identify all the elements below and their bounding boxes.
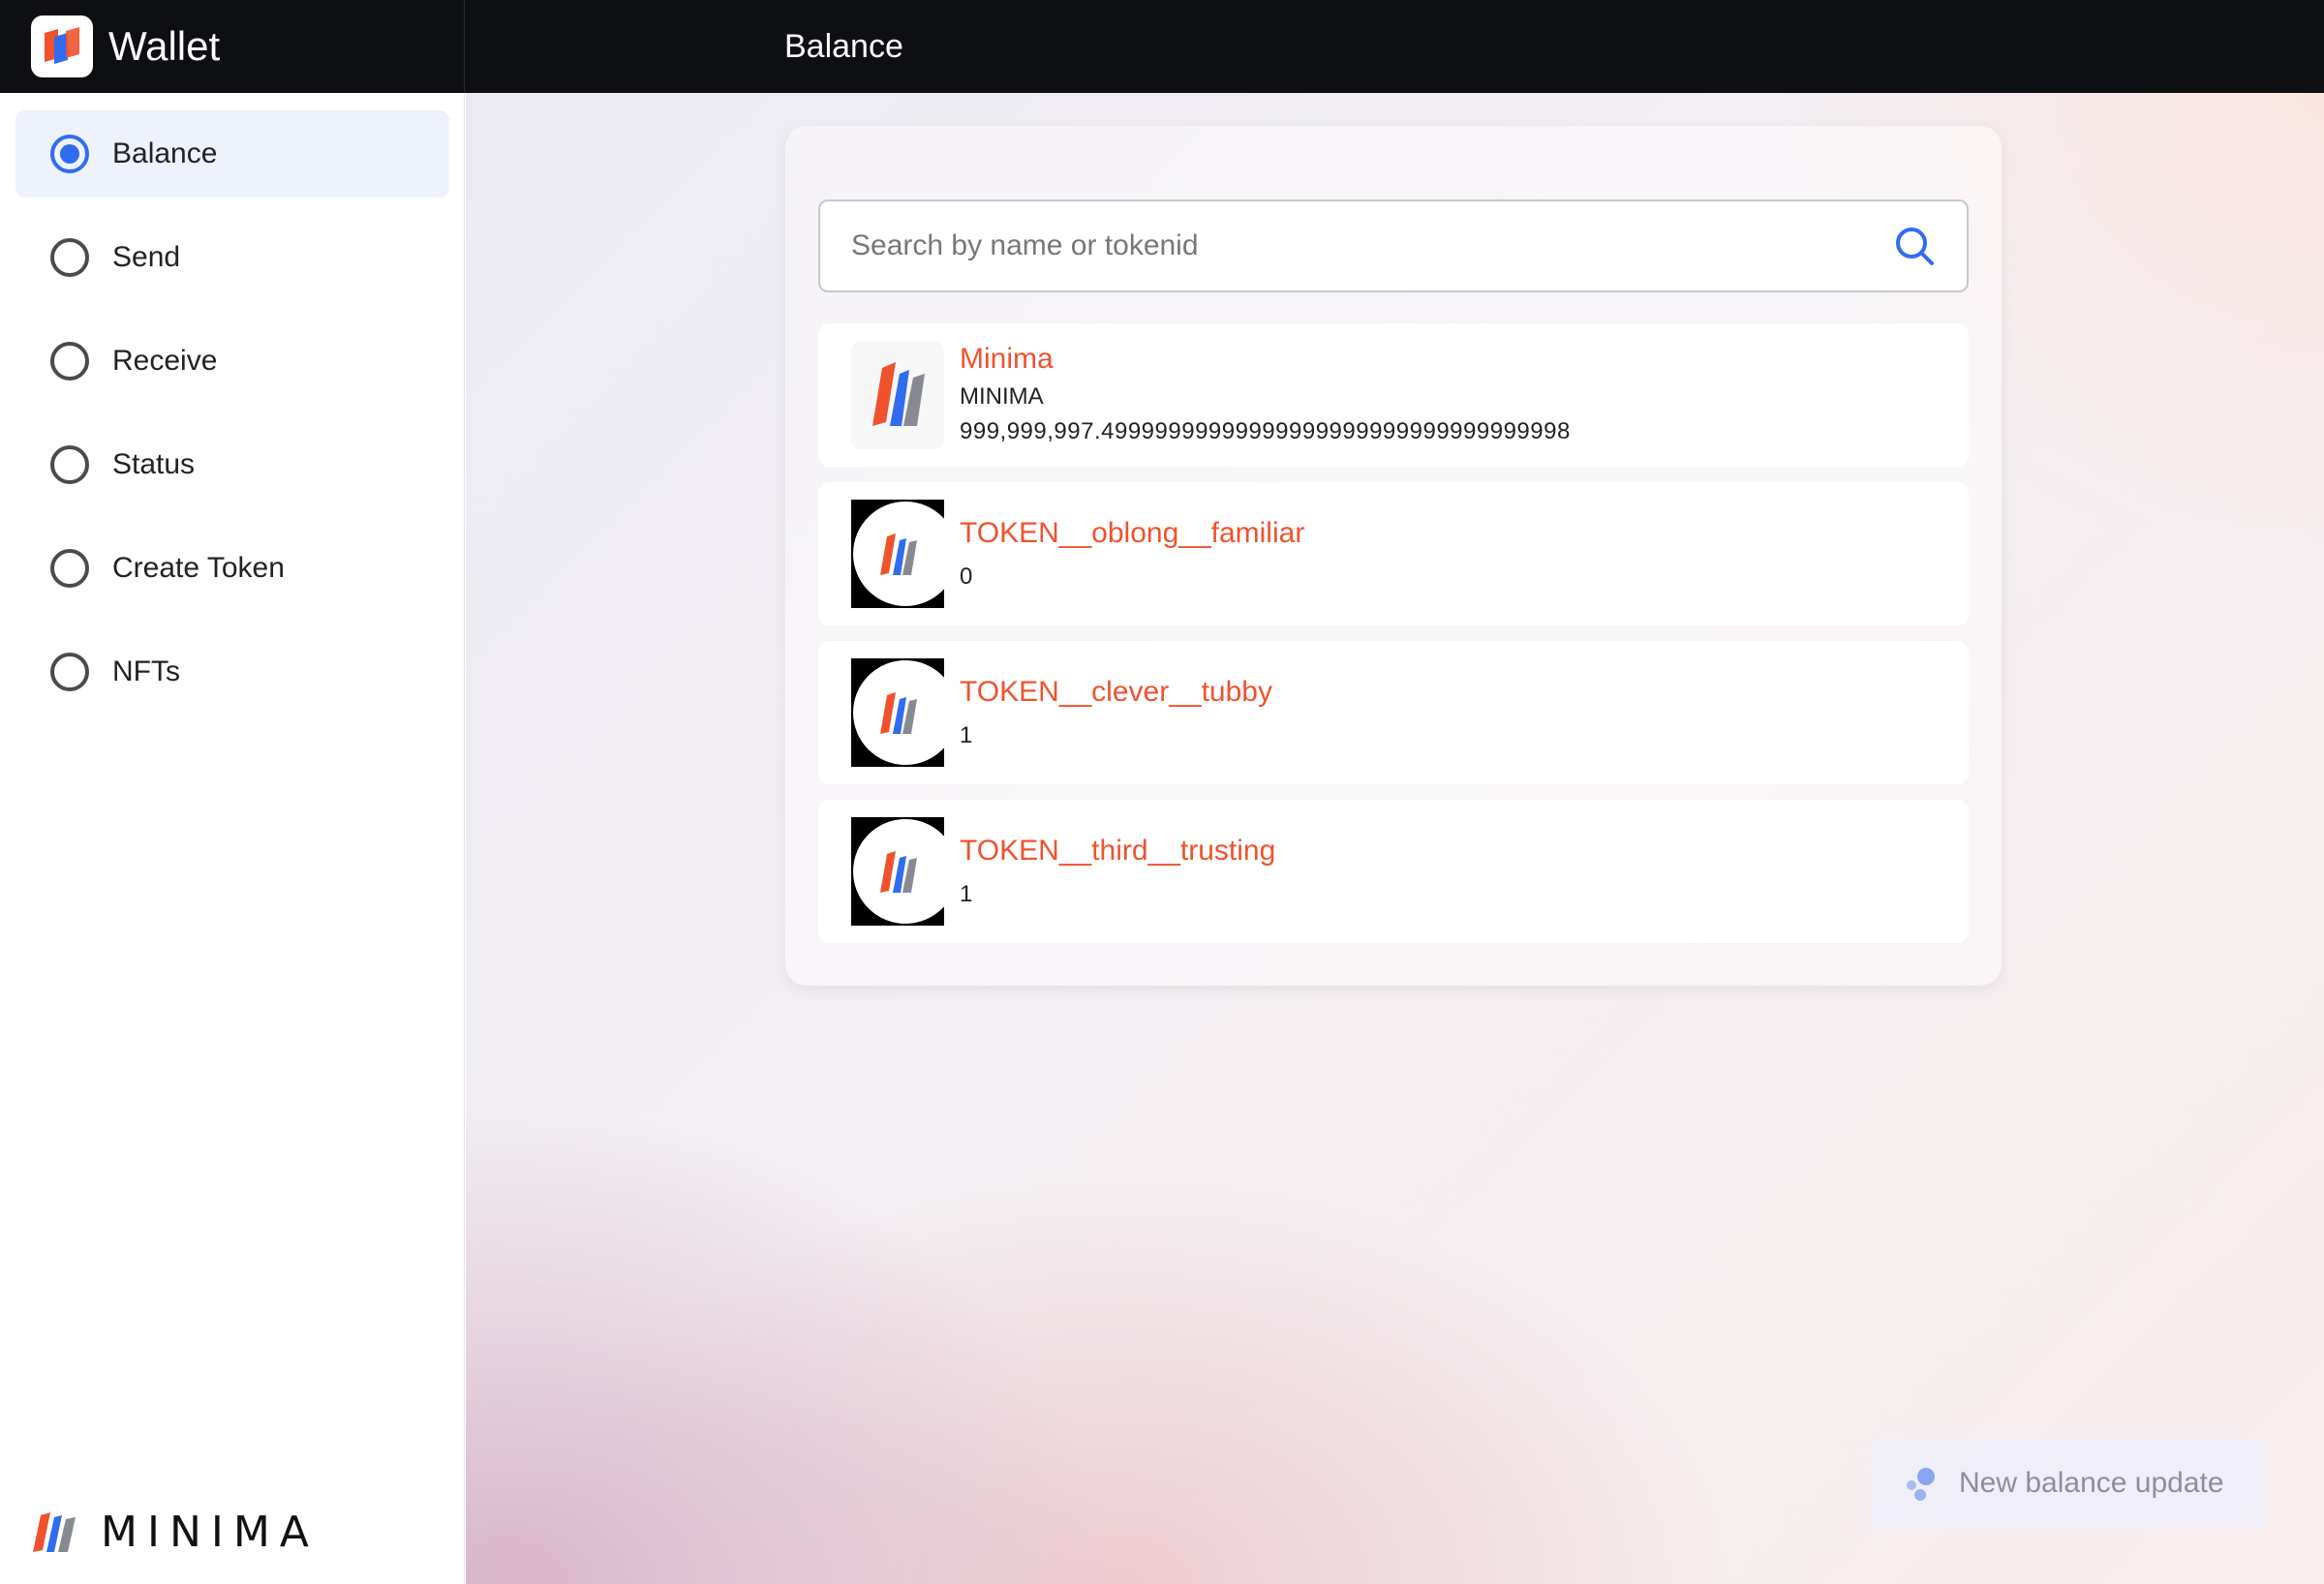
sidebar-item-label: Status (112, 448, 196, 480)
token-name: TOKEN__clever__tubby (960, 676, 1272, 708)
brand-wordmark: MINIMA (101, 1508, 319, 1557)
sidebar-item-label: Create Token (112, 552, 285, 584)
sidebar-item-balance[interactable]: Balance (15, 110, 449, 198)
toast-text: New balance update (1959, 1467, 2224, 1499)
sidebar-item-label: Send (112, 241, 181, 273)
sidebar-item-label: NFTs (112, 655, 180, 687)
balance-card: Minima MINIMA 999,999,997.49999999999999… (785, 126, 2002, 986)
page-title: Balance (784, 28, 903, 65)
sidebar-item-label: Balance (112, 137, 218, 169)
main-content: Minima MINIMA 999,999,997.49999999999999… (466, 93, 2324, 1584)
token-balance: 0 (960, 564, 973, 590)
sidebar-item-create-token[interactable]: Create Token (15, 525, 449, 612)
token-logo-icon (851, 658, 944, 767)
token-logo-icon (851, 817, 944, 926)
token-name: TOKEN__third__trusting (960, 835, 1276, 867)
token-balance: 999,999,997.4999999999999999999999999999… (960, 418, 1571, 444)
wallet-app-icon (31, 15, 93, 77)
token-balance: 1 (960, 881, 973, 907)
sidebar: Balance Send Receive Status Create Token… (0, 93, 465, 1584)
token-name: Minima (960, 343, 1054, 375)
search-box (818, 199, 1969, 292)
sidebar-item-receive[interactable]: Receive (15, 318, 449, 405)
minima-logo-icon (33, 1511, 76, 1552)
minima-logo-icon (851, 341, 944, 449)
sidebar-item-send[interactable]: Send (15, 214, 449, 301)
radio-icon (50, 549, 89, 588)
radio-icon (50, 653, 89, 691)
token-row-minima[interactable]: Minima MINIMA 999,999,997.49999999999999… (818, 323, 1969, 467)
top-bar: Wallet Balance (0, 0, 2324, 93)
sidebar-item-status[interactable]: Status (15, 421, 449, 508)
token-symbol: MINIMA (960, 383, 1044, 410)
search-icon[interactable] (1891, 223, 1938, 269)
search-input[interactable] (820, 201, 1891, 290)
sidebar-item-nfts[interactable]: NFTs (15, 628, 449, 716)
app-header: Wallet (0, 0, 465, 93)
sidebar-item-label: Receive (112, 345, 218, 377)
token-row[interactable]: TOKEN__third__trusting 1 (818, 800, 1969, 943)
token-name: TOKEN__oblong__familiar (960, 517, 1305, 549)
bubbles-icon (1907, 1468, 1935, 1501)
radio-selected-icon (50, 135, 89, 173)
token-logo-icon (851, 500, 944, 608)
app-title: Wallet (108, 23, 221, 69)
token-balance: 1 (960, 722, 973, 748)
radio-icon (50, 445, 89, 484)
balance-update-toast[interactable]: New balance update (1870, 1439, 2267, 1528)
token-row[interactable]: TOKEN__clever__tubby 1 (818, 641, 1969, 784)
token-row[interactable]: TOKEN__oblong__familiar 0 (818, 482, 1969, 625)
radio-icon (50, 238, 89, 277)
radio-icon (50, 342, 89, 381)
minima-brand: MINIMA (31, 1508, 319, 1557)
